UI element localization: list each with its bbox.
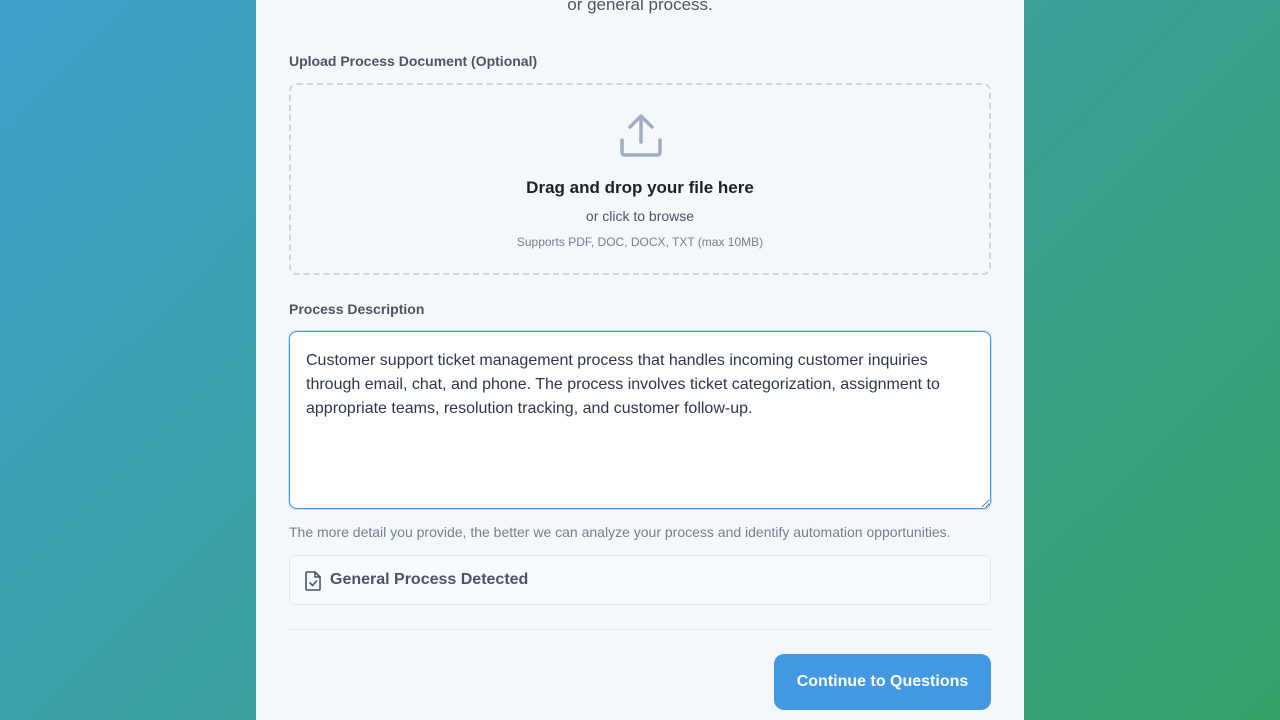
file-dropzone[interactable]: Drag and drop your file here or click to…	[289, 83, 991, 275]
dropzone-subtitle: or click to browse	[585, 208, 695, 224]
dropzone-hint: Supports PDF, DOC, DOCX, TXT (max 10MB)	[516, 235, 764, 249]
divider	[289, 629, 991, 630]
upload-label: Upload Process Document (Optional)	[289, 53, 538, 69]
detection-text: General Process Detected	[330, 571, 529, 588]
upload-icon	[620, 114, 662, 157]
dropzone-title: Drag and drop your file here	[526, 178, 754, 197]
description-help-text: The more detail you provide, the better …	[289, 524, 951, 540]
form-card: or general process. Upload Process Docum…	[256, 0, 1024, 720]
file-check-icon	[305, 571, 321, 591]
continue-button[interactable]: Continue to Questions	[774, 654, 991, 710]
detection-banner: General Process Detected	[289, 555, 991, 605]
description-label: Process Description	[289, 301, 425, 317]
process-description-input[interactable]: Customer support ticket management proce…	[289, 331, 991, 509]
page-subtitle: or general process.	[567, 0, 713, 14]
